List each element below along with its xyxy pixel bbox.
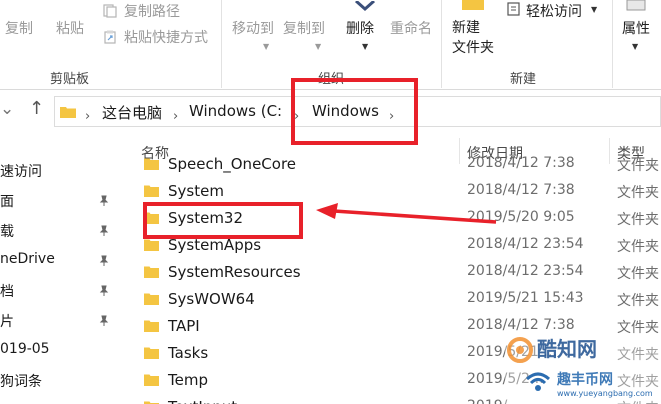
file-type: 文件夹 [617, 266, 659, 282]
folder-icon [144, 239, 159, 251]
easy-access-button[interactable]: 轻松访问 [526, 1, 582, 21]
file-date: 2018/4/12 23:54 [467, 236, 584, 252]
pin-icon [99, 285, 109, 296]
ribbon-separator [441, 0, 442, 88]
chevron-right-icon[interactable]: › [173, 109, 178, 124]
folder-icon [144, 347, 159, 359]
copy-button[interactable]: 复制 [5, 18, 33, 38]
breadcrumb-this-pc[interactable]: 这台电脑 [102, 102, 162, 123]
properties-button[interactable]: 属性 [622, 18, 650, 38]
watermark-swirl-icon [507, 337, 533, 363]
properties-icon [626, 0, 646, 11]
folder-icon [144, 266, 159, 278]
chevron-down-icon: ▼ [362, 42, 369, 51]
copy-to-button[interactable]: 复制到 [283, 18, 325, 38]
table-row[interactable]: SysWOW64 2019/5/21 15:43 文件夹 [138, 287, 661, 313]
down-arrow-icon[interactable]: ⌄ [0, 99, 14, 119]
folder-icon [144, 401, 159, 404]
nav-item-pictures[interactable]: 片 [0, 311, 14, 331]
file-name: Speech_OneCore [168, 155, 297, 173]
up-arrow-icon[interactable]: ↑ [29, 98, 44, 119]
nav-item-desktop[interactable]: 面 [0, 191, 14, 211]
new-folder-icon [462, 0, 484, 10]
file-date: 2018/4/12 7:38 [467, 317, 575, 333]
file-name: TAPI [168, 317, 200, 335]
chevron-down-icon: ▼ [263, 42, 270, 51]
file-type: 文件夹 [617, 212, 659, 228]
file-date: 2018/4/12 7:38 [467, 155, 575, 171]
watermark-logo: 酷知网 趣丰币网 www.yueyangbang.com [505, 333, 661, 404]
folder-icon [60, 107, 76, 118]
folder-icon [144, 293, 159, 305]
paste-shortcut-icon [104, 30, 116, 44]
ribbon: 复制 粘贴 复制路径 粘贴快捷方式 剪贴板 移动到 复制到 ▼ ▼ 删除 ▼ 重… [0, 0, 661, 90]
table-row[interactable]: SystemResources 2018/4/12 23:54 文件夹 [138, 260, 661, 286]
annotation-arrow-icon [316, 203, 497, 224]
ribbon-separator [221, 0, 222, 88]
file-name: Temp [168, 371, 208, 389]
pin-icon [99, 255, 109, 266]
file-name: Tasks [168, 344, 209, 362]
chevron-down-icon: ▼ [591, 5, 598, 14]
nav-item-folder-2019-05[interactable]: 019-05 [0, 341, 50, 357]
rename-button[interactable]: 重命名 [390, 18, 432, 38]
folder-icon [144, 320, 159, 332]
watermark-title: 酷知网 [537, 337, 597, 361]
file-type: 文件夹 [617, 239, 659, 255]
new-group-label: 新建 [510, 72, 537, 87]
nav-item-sogou[interactable]: 狗词条 [0, 371, 42, 391]
chevron-right-icon[interactable]: › [85, 109, 90, 124]
nav-item-quick-access[interactable]: 速访问 [0, 161, 42, 181]
file-type: 文件夹 [617, 158, 659, 174]
nav-item-onedrive[interactable]: neDrive [0, 251, 55, 267]
delete-button[interactable]: 删除 [346, 18, 374, 38]
pin-icon [99, 315, 109, 326]
table-row[interactable]: Speech_OneCore 2018/4/12 7:38 文件夹 [138, 152, 661, 178]
file-date: 2018/4/12 23:54 [467, 263, 584, 279]
file-date: 2018/4/12 7:38 [467, 182, 575, 198]
folder-icon [144, 158, 159, 170]
file-name: TextInput [168, 398, 237, 404]
folder-icon [144, 374, 159, 386]
watermark-wifi-icon [525, 372, 551, 391]
easy-access-icon [507, 2, 520, 16]
ribbon-separator [612, 0, 613, 88]
navigation-pane: 速访问 面 载 neDrive 档 片 019-05 狗词条 [0, 134, 118, 404]
new-folder-button[interactable]: 新建 文件夹 [452, 18, 494, 58]
paste-shortcut-button[interactable]: 粘贴快捷方式 [124, 27, 208, 47]
paste-button[interactable]: 粘贴 [56, 18, 84, 38]
watermark-subtitle: 趣丰币网 [557, 372, 613, 388]
pin-icon [99, 225, 109, 236]
copy-path-icon [103, 4, 117, 18]
file-type: 文件夹 [617, 293, 659, 309]
chevron-down-icon: ▼ [632, 42, 639, 51]
move-to-button[interactable]: 移动到 [232, 18, 274, 38]
file-type: 文件夹 [617, 185, 659, 201]
delete-icon [355, 1, 375, 12]
file-explorer-window: 复制 粘贴 复制路径 粘贴快捷方式 剪贴板 移动到 复制到 ▼ ▼ 删除 ▼ 重… [0, 0, 661, 404]
file-date: 2019/5/21 15:43 [467, 290, 584, 306]
file-name: SystemResources [168, 263, 301, 281]
nav-item-downloads[interactable]: 载 [0, 221, 14, 241]
copy-path-button[interactable]: 复制路径 [124, 1, 180, 21]
pin-icon [99, 195, 109, 206]
annotation-box-system32 [143, 202, 303, 239]
folder-icon [144, 185, 159, 197]
file-name: SysWOW64 [168, 290, 255, 308]
nav-item-documents[interactable]: 档 [0, 281, 14, 301]
breadcrumb-drive-c[interactable]: Windows (C: [189, 102, 282, 120]
clipboard-group-label: 剪贴板 [50, 72, 90, 87]
watermark-url: www.yueyangbang.com [557, 389, 653, 398]
chevron-down-icon: ▼ [315, 42, 322, 51]
file-name: System [168, 182, 224, 200]
